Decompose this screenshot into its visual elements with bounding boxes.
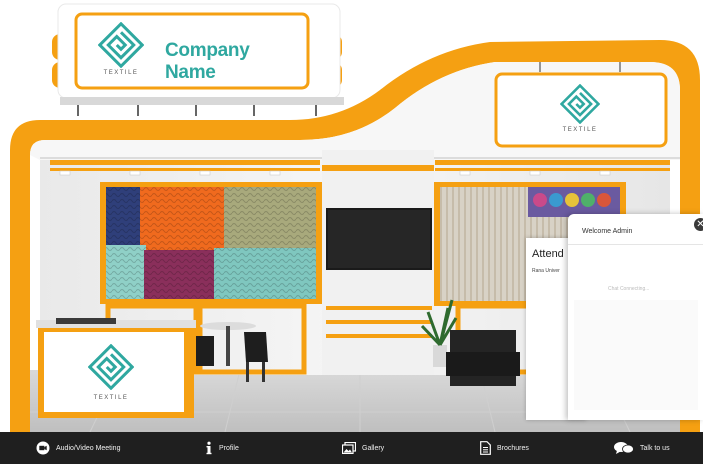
video-camera-icon [36, 441, 50, 455]
chat-header: Welcome Admin [582, 228, 633, 235]
document-icon [480, 441, 491, 455]
chat-body [574, 300, 698, 410]
nav-label-profile: Profile [219, 444, 239, 452]
nav-gallery[interactable]: Gallery [342, 432, 384, 464]
logo-caption-top: TEXTILE [103, 70, 139, 76]
textile-logo-desk [88, 344, 134, 390]
nav-label-talk-to-us: Talk to us [640, 444, 670, 452]
textile-logo-right [560, 84, 600, 124]
company-name-sign: Company Name [165, 40, 250, 83]
nav-profile[interactable]: Profile [205, 432, 239, 464]
nav-label-audio-video: Audio/Video Meeting [56, 444, 121, 452]
nav-talk-to-us[interactable]: Talk to us [614, 432, 670, 464]
chat-panel[interactable]: Welcome Admin Chat Connecting... [568, 214, 703, 420]
attendee-panel-title: Attend [532, 248, 564, 260]
gallery-icon [342, 442, 356, 454]
nav-label-gallery: Gallery [362, 444, 385, 452]
bottom-navbar: Audio/Video Meeting Profile Gallery Broc… [0, 432, 703, 464]
logo-caption-desk: TEXTILE [93, 395, 129, 401]
nav-label-brochures: Brochures [497, 444, 529, 452]
close-icon[interactable]: ✕ [694, 218, 703, 231]
attendee-panel-subtitle: Rana Univer [532, 268, 560, 274]
virtual-booth-scene: TEXTILE Company Name TEXTILE TEXTILE Att… [0, 0, 703, 464]
textile-logo-top [98, 22, 144, 68]
info-icon [206, 441, 212, 455]
chat-bubbles-icon [614, 442, 634, 454]
logo-caption-right: TEXTILE [562, 127, 598, 133]
nav-brochures[interactable]: Brochures [480, 432, 529, 464]
chat-divider [568, 244, 703, 245]
nav-audio-video-meeting[interactable]: Audio/Video Meeting [36, 432, 120, 464]
chat-connecting-status: Chat Connecting... [608, 286, 650, 292]
